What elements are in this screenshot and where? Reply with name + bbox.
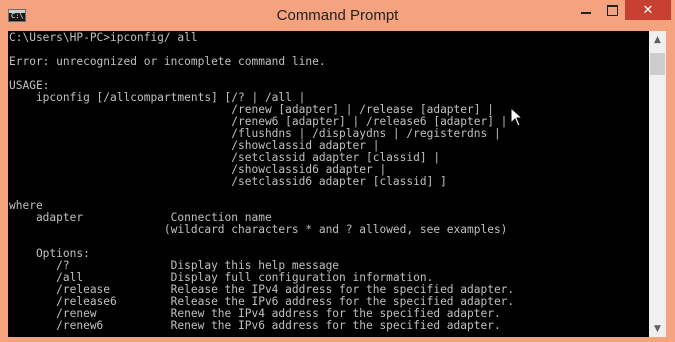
close-icon: ✕ (642, 2, 654, 18)
console-line: (wildcard characters * and ? allowed, se… (9, 223, 508, 236)
title-bar[interactable]: C:\ Command Prompt ✕ (0, 0, 675, 31)
console-line: /setclassid6 adapter [classid] ] (9, 175, 447, 188)
console-line: Error: unrecognized or incomplete comman… (9, 55, 326, 68)
minimize-button[interactable] (573, 0, 599, 20)
console-output[interactable]: C:\Users\HP-PC>ipconfig/ all Error: unre… (8, 31, 649, 337)
console-line: /renew6 Renew the IPv6 address for the s… (9, 319, 501, 332)
vertical-scrollbar[interactable]: ▲ ▼ (649, 31, 666, 337)
console-line: C:\Users\HP-PC>ipconfig/ all (9, 31, 198, 44)
scrollbar-thumb[interactable] (650, 53, 665, 75)
scroll-up-icon: ▲ (654, 34, 661, 45)
scroll-down-button[interactable]: ▼ (649, 320, 666, 337)
scroll-up-button[interactable]: ▲ (649, 31, 666, 48)
maximize-icon (606, 4, 618, 16)
close-button[interactable]: ✕ (625, 0, 671, 20)
mouse-cursor-icon (510, 107, 524, 127)
window-border-right (666, 31, 675, 337)
command-prompt-window: C:\ Command Prompt ✕ C:\Users\HP-PC>ipco… (0, 0, 675, 342)
maximize-button[interactable] (599, 0, 625, 20)
window-border-bottom (0, 337, 675, 342)
console-text: C:\Users\HP-PC>ipconfig/ all Error: unre… (8, 31, 649, 332)
minimize-icon (581, 12, 591, 14)
scroll-down-icon: ▼ (654, 323, 661, 334)
